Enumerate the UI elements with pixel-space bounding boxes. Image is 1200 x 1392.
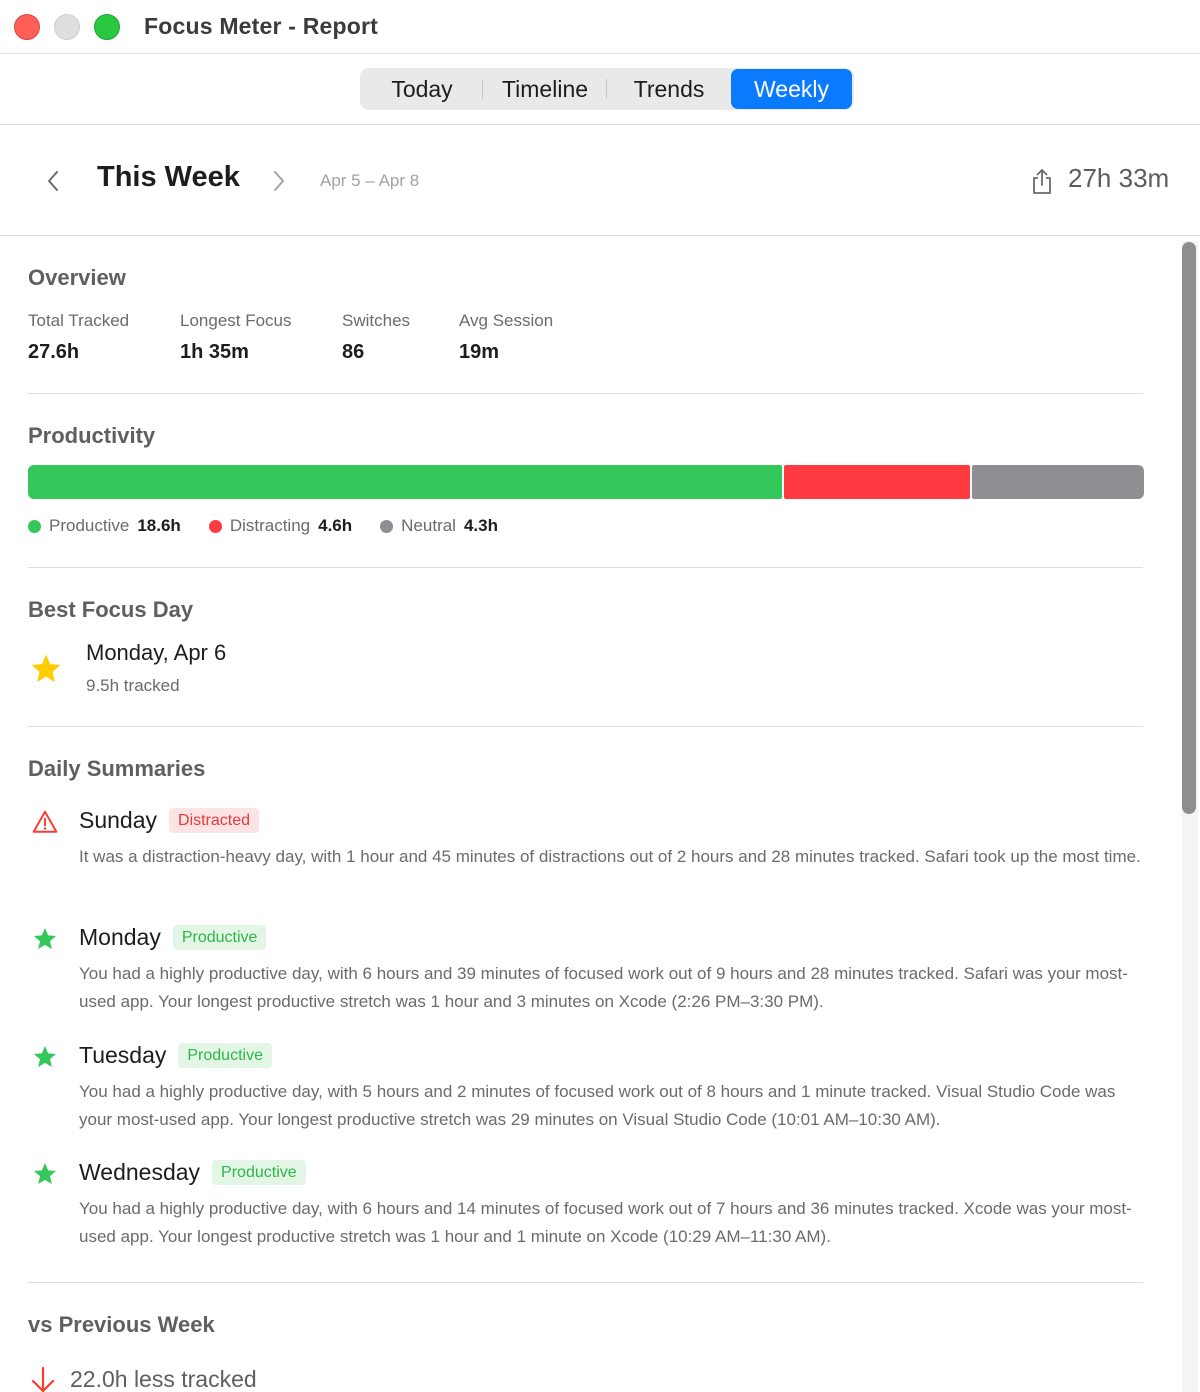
report-content: Overview Total Tracked 27.6h Longest Foc…: [0, 237, 1200, 1392]
productivity-legend: Productive 18.6h Distracting 4.6h Neutra…: [28, 516, 526, 536]
legend-productive: Productive 18.6h: [28, 516, 181, 536]
day-summary-sunday: Sunday Distracted It was a distraction-h…: [28, 807, 1148, 897]
legend-distracting: Distracting 4.6h: [208, 516, 353, 536]
best-focus-day-title: Best Focus Day: [28, 597, 194, 622]
window-title: Focus Meter - Report: [144, 13, 379, 39]
star-icon: [33, 927, 57, 949]
legend-label: Productive: [49, 516, 130, 535]
section-divider: [28, 1282, 1143, 1283]
neutral-segment: [972, 465, 1144, 499]
day-name: Wednesday: [79, 1159, 201, 1185]
arrow-down-icon: [31, 1366, 55, 1392]
stat-avg-session: Avg Session 19m: [459, 311, 553, 364]
legend-value: 4.3h: [463, 516, 498, 535]
tab-timeline[interactable]: Timeline: [483, 69, 607, 109]
day-summary-text: You had a highly productive day, with 5 …: [79, 1082, 1116, 1129]
tab-trends[interactable]: Trends: [607, 69, 731, 109]
view-segmented-control: Today Timeline Trends Weekly: [360, 68, 854, 110]
tab-bar: Today Timeline Trends Weekly: [0, 54, 1200, 125]
stat-value: 19m: [459, 341, 500, 363]
stat-value: 27.6h: [28, 341, 80, 363]
overview-title: Overview: [28, 265, 126, 290]
stat-value: 1h 35m: [180, 341, 249, 363]
day-header: Wednesday Productive: [79, 1159, 306, 1186]
daily-summaries-title: Daily Summaries: [28, 756, 206, 781]
week-header: This Week Apr 5 – Apr 8 27h 33m: [0, 125, 1200, 236]
status-badge: Productive: [178, 1043, 272, 1068]
comparison-text: 22.0h less tracked: [70, 1366, 257, 1392]
distracting-segment: [784, 465, 970, 499]
stat-label: Avg Session: [459, 311, 554, 330]
title-bar: Focus Meter - Report: [0, 0, 1200, 54]
chevron-right-icon[interactable]: [270, 169, 288, 193]
day-header: Monday Productive: [79, 924, 267, 951]
legend-value: 4.6h: [318, 516, 353, 535]
day-summary-text: You had a highly productive day, with 6 …: [79, 1199, 1132, 1246]
day-name: Sunday: [79, 807, 158, 833]
tab-today[interactable]: Today: [361, 69, 483, 109]
best-day-name: Monday, Apr 6: [86, 640, 227, 665]
legend-label: Neutral: [401, 516, 456, 535]
status-badge: Distracted: [169, 808, 260, 833]
stat-longest-focus: Longest Focus 1h 35m: [180, 311, 292, 364]
star-icon: [31, 654, 61, 683]
tab-weekly[interactable]: Weekly: [731, 69, 852, 109]
productivity-bar: [28, 465, 1144, 499]
stat-value: 86: [342, 341, 365, 363]
week-date-range: Apr 5 – Apr 8: [320, 171, 420, 190]
day-summary-text: It was a distraction-heavy day, with 1 h…: [79, 847, 1141, 866]
status-badge: Productive: [212, 1160, 306, 1185]
week-total-time: 27h 33m: [1068, 163, 1170, 193]
tab-label: Timeline: [501, 75, 589, 102]
stat-total-tracked: Total Tracked 27.6h: [28, 311, 129, 364]
star-icon: [33, 1045, 57, 1067]
productive-dot-icon: [28, 519, 41, 533]
best-day-tracked: 9.5h tracked: [86, 676, 180, 695]
zoom-window-button[interactable]: [94, 14, 120, 40]
day-header: Tuesday Productive: [79, 1042, 272, 1069]
tab-label: Trends: [633, 75, 705, 102]
chevron-left-icon[interactable]: [44, 169, 62, 193]
neutral-dot-icon: [380, 519, 394, 533]
day-summary-wednesday: Wednesday Productive You had a highly pr…: [28, 1159, 1148, 1249]
stat-label: Switches: [342, 311, 411, 330]
legend-value: 18.6h: [137, 516, 181, 535]
previous-week-title: vs Previous Week: [28, 1312, 215, 1337]
day-summary-tuesday: Tuesday Productive You had a highly prod…: [28, 1042, 1148, 1132]
close-window-button[interactable]: [14, 14, 40, 40]
section-divider: [28, 567, 1143, 568]
productive-segment: [28, 465, 782, 499]
section-divider: [28, 726, 1143, 727]
week-title: This Week: [97, 161, 240, 193]
day-name: Monday: [79, 924, 161, 950]
day-name: Tuesday: [79, 1042, 167, 1068]
distracting-dot-icon: [208, 519, 222, 533]
stat-label: Total Tracked: [28, 311, 130, 330]
status-badge: Productive: [172, 925, 267, 950]
star-icon: [33, 1162, 57, 1184]
report-window: Focus Meter - Report Today Timeline Tren…: [0, 0, 1200, 1392]
minimize-window-button[interactable]: [54, 14, 80, 40]
day-summary-monday: Monday Productive You had a highly produ…: [28, 924, 1148, 1014]
tab-label: Today: [391, 75, 453, 102]
legend-label: Distracting: [229, 516, 311, 535]
stat-label: Longest Focus: [180, 311, 292, 330]
stat-switches: Switches 86: [342, 311, 410, 364]
warning-triangle-icon: [32, 810, 58, 833]
productivity-title: Productivity: [28, 423, 156, 448]
share-icon[interactable]: [1030, 167, 1054, 195]
day-header: Sunday Distracted: [79, 807, 260, 834]
scrollbar-thumb[interactable]: [1182, 242, 1196, 814]
day-summary-text: You had a highly productive day, with 6 …: [79, 964, 1128, 1011]
tab-label: Weekly: [754, 75, 829, 102]
legend-neutral: Neutral 4.3h: [380, 516, 498, 536]
section-divider: [28, 393, 1143, 394]
